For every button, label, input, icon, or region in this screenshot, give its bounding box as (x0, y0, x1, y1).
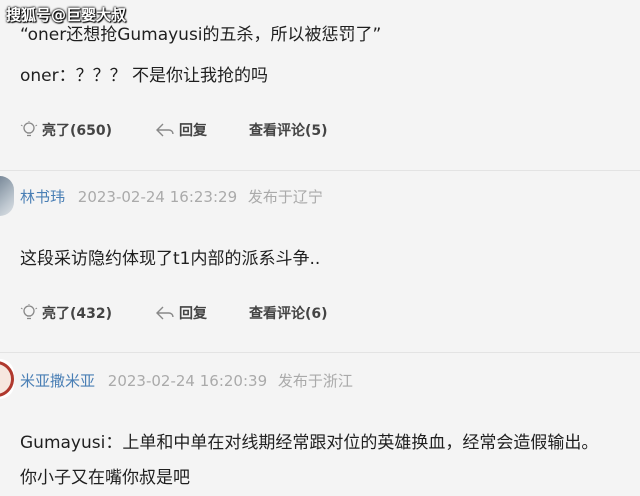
divider (0, 170, 640, 171)
comment-meta: 米亚撒米亚 2023-02-24 16:20:39 发布于浙江 (20, 370, 353, 391)
comment-text-reply: oner：？？？ 不是你让我抢的吗 (20, 66, 269, 86)
comment-text: Gumayusi：上单和中单在对线期经常跟对位的英雄换血，经常会造假输出。 (20, 433, 599, 453)
reply-label: 回复 (179, 306, 207, 322)
reply-button[interactable]: 回复 (155, 303, 207, 323)
username[interactable]: 林书玮 (20, 188, 65, 206)
view-replies-button[interactable]: 查看评论(6) (249, 303, 328, 323)
comment-meta: 林书玮 2023-02-24 16:23:29 发布于辽宁 (20, 186, 323, 207)
comment-text: 这段采访隐约体现了t1内部的派系斗争.. (20, 249, 321, 269)
divider (0, 352, 640, 353)
avatar[interactable] (0, 176, 14, 216)
timestamp: 2023-02-24 16:20:39 (107, 372, 268, 390)
like-count: 亮了(650) (42, 123, 113, 139)
timestamp: 2023-02-24 16:23:29 (77, 188, 238, 206)
view-replies-label: 查看评论(5) (249, 123, 328, 139)
watermark: 搜狐号@巨婴大叔 (6, 6, 127, 24)
reply-button[interactable]: 回复 (155, 120, 207, 140)
avatar[interactable] (0, 359, 14, 399)
comment-text: 你小子又在嘴你叔是吧 (20, 468, 190, 488)
reply-arrow-icon (156, 306, 174, 320)
like-button[interactable]: 亮了(650) (20, 120, 112, 140)
lightbulb-icon (20, 121, 38, 137)
username[interactable]: 米亚撒米亚 (20, 372, 95, 390)
view-replies-button[interactable]: 查看评论(5) (249, 120, 328, 140)
location: 发布于辽宁 (247, 188, 323, 206)
lightbulb-icon (20, 304, 38, 320)
view-replies-label: 查看评论(6) (249, 306, 328, 322)
reply-arrow-icon (156, 123, 174, 137)
like-button[interactable]: 亮了(432) (20, 303, 112, 323)
location: 发布于浙江 (277, 372, 353, 390)
reply-label: 回复 (179, 123, 207, 139)
like-count: 亮了(432) (42, 306, 113, 322)
